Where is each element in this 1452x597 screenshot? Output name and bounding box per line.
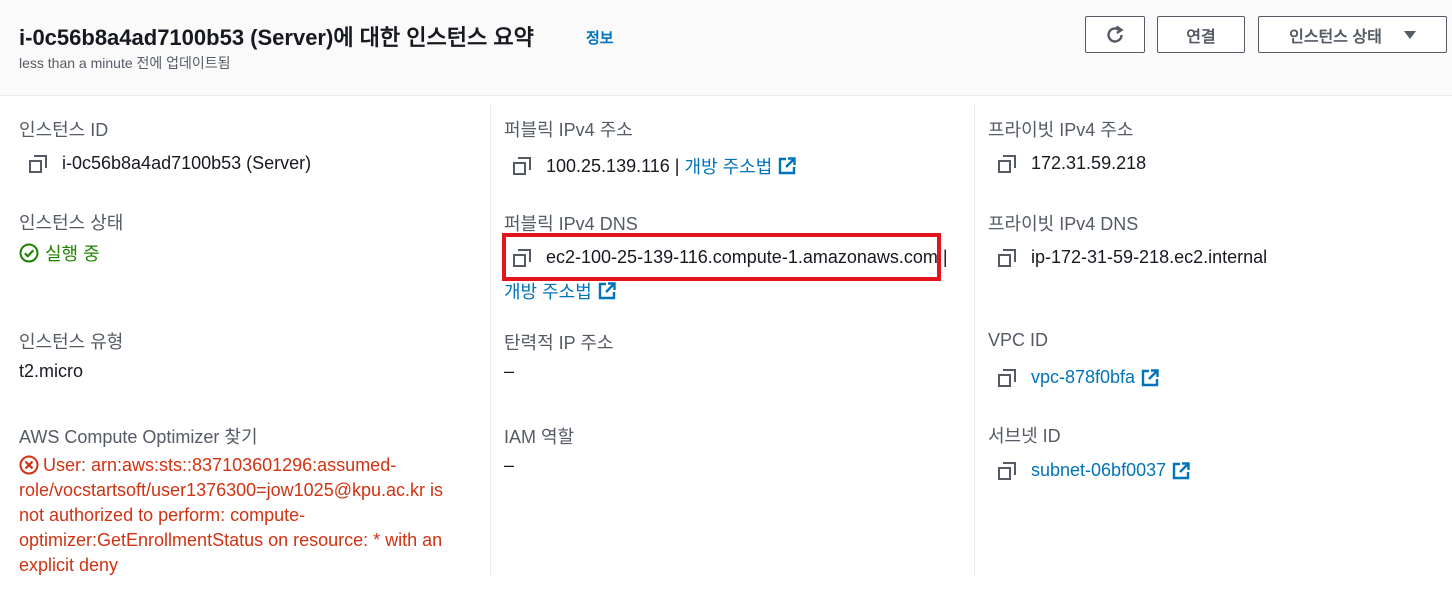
copy-icon[interactable] xyxy=(998,248,1016,267)
private-dns-row: ip-172-31-59-218.ec2.internal xyxy=(998,247,1267,268)
instance-type-value: t2.micro xyxy=(19,361,84,381)
external-link-icon[interactable] xyxy=(598,282,616,300)
instance-state-dropdown[interactable]: 인스턴스 상태 xyxy=(1258,16,1447,53)
page-title: i-0c56b8a4ad7100b53 (Server)에 대한 인스턴스 요약 xyxy=(19,25,534,50)
vpc-id-link[interactable]: vpc-878f0bfa xyxy=(1031,367,1135,388)
private-dns-label: 프라이빗 IPv4 DNS xyxy=(988,214,1139,234)
instance-state-label: 인스턴스 상태 xyxy=(19,213,124,233)
open-address-link[interactable]: 개방 주소법 xyxy=(684,153,772,179)
connect-button[interactable]: 연결 xyxy=(1157,16,1245,53)
instance-id-row: i-0c56b8a4ad7100b53 (Server) xyxy=(29,153,311,174)
instance-state-status: 실행 중 xyxy=(19,240,100,266)
separator: | xyxy=(669,155,685,176)
copy-icon[interactable] xyxy=(29,154,47,173)
column-divider xyxy=(974,104,975,576)
copy-icon[interactable] xyxy=(998,154,1016,173)
summary-header: i-0c56b8a4ad7100b53 (Server)에 대한 인스턴스 요약… xyxy=(0,0,1452,96)
private-ipv4-value: 172.31.59.218 xyxy=(1031,153,1147,173)
last-updated-text: less than a minute 전에 업데이트됨 xyxy=(19,55,231,71)
column-divider xyxy=(490,104,491,576)
compute-optimizer-label: AWS Compute Optimizer 찾기 xyxy=(19,427,258,447)
refresh-icon xyxy=(1107,25,1124,43)
instance-state-dropdown-label: 인스턴스 상태 xyxy=(1289,28,1382,46)
highlight-box xyxy=(502,233,941,281)
external-link-icon[interactable] xyxy=(1172,461,1190,480)
info-link[interactable]: 정보 xyxy=(586,27,614,48)
private-ipv4-row: 172.31.59.218 xyxy=(998,153,1146,174)
open-address-link[interactable]: 개방 주소법 xyxy=(504,278,592,304)
subnet-id-link[interactable]: subnet-06bf0037 xyxy=(1031,460,1166,481)
public-dns-open-row: 개방 주소법 xyxy=(504,278,616,304)
vpc-id-row: vpc-878f0bfa xyxy=(998,367,1159,388)
check-circle-icon xyxy=(19,243,39,263)
instance-type-label: 인스턴스 유형 xyxy=(19,332,124,352)
public-ipv4-label: 퍼블릭 IPv4 주소 xyxy=(504,120,633,140)
private-dns-value: ip-172-31-59-218.ec2.internal xyxy=(1031,247,1268,267)
compute-optimizer-error: User: arn:aws:sts::837103601296:assumed-… xyxy=(19,453,469,578)
external-link-icon[interactable] xyxy=(778,157,796,175)
subnet-id-label: 서브넷 ID xyxy=(988,426,1061,446)
refresh-button[interactable] xyxy=(1085,16,1145,53)
vpc-id-label: VPC ID xyxy=(988,330,1049,350)
instance-id-value: i-0c56b8a4ad7100b53 (Server) xyxy=(62,153,312,173)
subnet-id-row: subnet-06bf0037 xyxy=(998,460,1190,481)
caret-down-icon xyxy=(1403,30,1416,39)
copy-icon[interactable] xyxy=(998,461,1016,480)
external-link-icon[interactable] xyxy=(1141,368,1159,387)
elastic-ip-label: 탄력적 IP 주소 xyxy=(504,333,614,353)
copy-icon[interactable] xyxy=(998,368,1016,387)
public-ipv4-row: 100.25.139.116 | 개방 주소법 xyxy=(513,153,796,179)
copy-icon[interactable] xyxy=(513,157,531,175)
elastic-ip-value: – xyxy=(504,361,515,381)
instance-state-value: 실행 중 xyxy=(45,244,100,264)
private-ipv4-label: 프라이빗 IPv4 주소 xyxy=(988,120,1134,140)
iam-role-label: IAM 역할 xyxy=(504,427,575,447)
iam-role-value: – xyxy=(504,455,515,475)
compute-optimizer-error-text: User: arn:aws:sts::837103601296:assumed-… xyxy=(19,455,444,575)
error-circle-icon xyxy=(19,455,39,475)
instance-id-label: 인스턴스 ID xyxy=(19,120,109,140)
public-ipv4-value: 100.25.139.116 xyxy=(546,155,670,176)
